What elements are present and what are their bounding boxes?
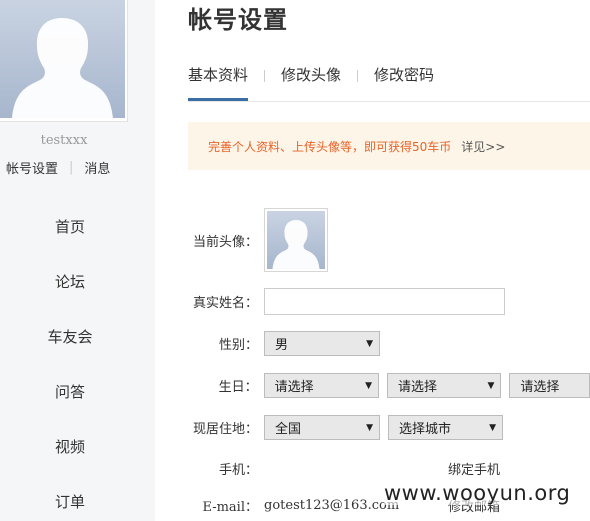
birth-year-select[interactable]: 请选择 ▼: [263, 373, 379, 398]
triangle-down-icon: ▼: [487, 380, 495, 391]
nav-item-orders[interactable]: 订单: [0, 475, 140, 521]
triangle-down-icon: ▼: [489, 422, 496, 433]
tab-change-avatar[interactable]: 修改头像: [281, 60, 341, 101]
notice-banner: 完善个人资料、上传头像等，即可获得50车币 详见>>: [188, 122, 590, 170]
city-select-value: 选择城市: [399, 422, 452, 437]
main-content: 帐号设置 基本资料 修改头像 修改密码 完善个人资料、上传头像等，即可获得50车…: [188, 0, 590, 521]
phone-label: 手机：: [218, 462, 258, 478]
gender-label: 性别：: [218, 338, 258, 353]
tab-change-password[interactable]: 修改密码: [374, 60, 434, 101]
user-links: 帐号设置 | 消息: [6, 158, 110, 177]
notice-more-link[interactable]: 详见>>: [461, 138, 505, 155]
sidebar: testxxx 帐号设置 | 消息 首页 论坛 车友会 问答 视频 订单: [0, 0, 155, 521]
gender-row: 性别： 男 ▼: [188, 331, 590, 356]
nav-item-forum[interactable]: 论坛: [0, 255, 140, 310]
account-settings-link[interactable]: 帐号设置: [6, 158, 58, 177]
tab-basic-info[interactable]: 基本资料: [188, 60, 249, 101]
watermark: www.wooyun.org: [384, 481, 571, 505]
default-avatar-icon: [0, 0, 125, 118]
birthday-row: 生日： 请选择 ▼ 请选择 ▼ 请选择: [188, 373, 590, 398]
avatar-label: 当前头像：: [192, 234, 258, 250]
birthday-label: 生日：: [218, 380, 258, 395]
tab-divider: [264, 70, 266, 82]
triangle-down-icon: ▼: [366, 338, 373, 349]
sidebar-nav: 首页 论坛 车友会 问答 视频 订单: [0, 200, 140, 521]
province-select-value: 全国: [275, 422, 302, 437]
tab-divider: [357, 70, 359, 82]
default-avatar-icon: [267, 211, 325, 269]
tab-bar: 基本资料 修改头像 修改密码: [188, 60, 590, 102]
current-avatar: [264, 208, 328, 272]
province-select[interactable]: 全国 ▼: [264, 415, 380, 440]
page-title: 帐号设置: [188, 6, 288, 34]
birth-month-select[interactable]: 请选择 ▼: [386, 373, 502, 398]
gender-select-value: 男: [275, 338, 289, 353]
nav-item-car-club[interactable]: 车友会: [0, 310, 140, 365]
messages-link[interactable]: 消息: [84, 158, 110, 177]
name-label: 真实姓名：: [192, 296, 258, 311]
gender-select[interactable]: 男 ▼: [264, 331, 380, 356]
nav-item-video[interactable]: 视频: [0, 420, 140, 475]
divider: |: [69, 160, 74, 175]
residence-label: 现居住地：: [192, 422, 258, 437]
city-select[interactable]: 选择城市 ▼: [388, 415, 503, 440]
birth-month-value: 请选择: [397, 380, 437, 395]
real-name-input[interactable]: [264, 288, 505, 315]
name-row: 真实姓名：: [188, 288, 590, 315]
nav-item-qa[interactable]: 问答: [0, 365, 140, 420]
username: testxxx: [40, 133, 88, 148]
phone-row: 手机： 绑定手机: [188, 458, 590, 478]
residence-row: 现居住地： 全国 ▼ 选择城市 ▼: [188, 415, 590, 440]
birth-year-value: 请选择: [274, 380, 314, 395]
email-label: E-mail：: [202, 499, 258, 515]
notice-text: 完善个人资料、上传头像等，即可获得50车币: [208, 139, 452, 154]
avatar-row: 当前头像：: [188, 208, 590, 272]
triangle-down-icon: ▼: [366, 422, 373, 433]
triangle-down-icon: ▼: [365, 380, 372, 391]
bind-phone-link[interactable]: 绑定手机: [448, 459, 500, 478]
birth-day-value: 请选择: [520, 380, 560, 395]
nav-item-home[interactable]: 首页: [0, 200, 140, 255]
birth-day-select[interactable]: 请选择: [509, 373, 590, 398]
profile-avatar[interactable]: [0, 0, 128, 122]
